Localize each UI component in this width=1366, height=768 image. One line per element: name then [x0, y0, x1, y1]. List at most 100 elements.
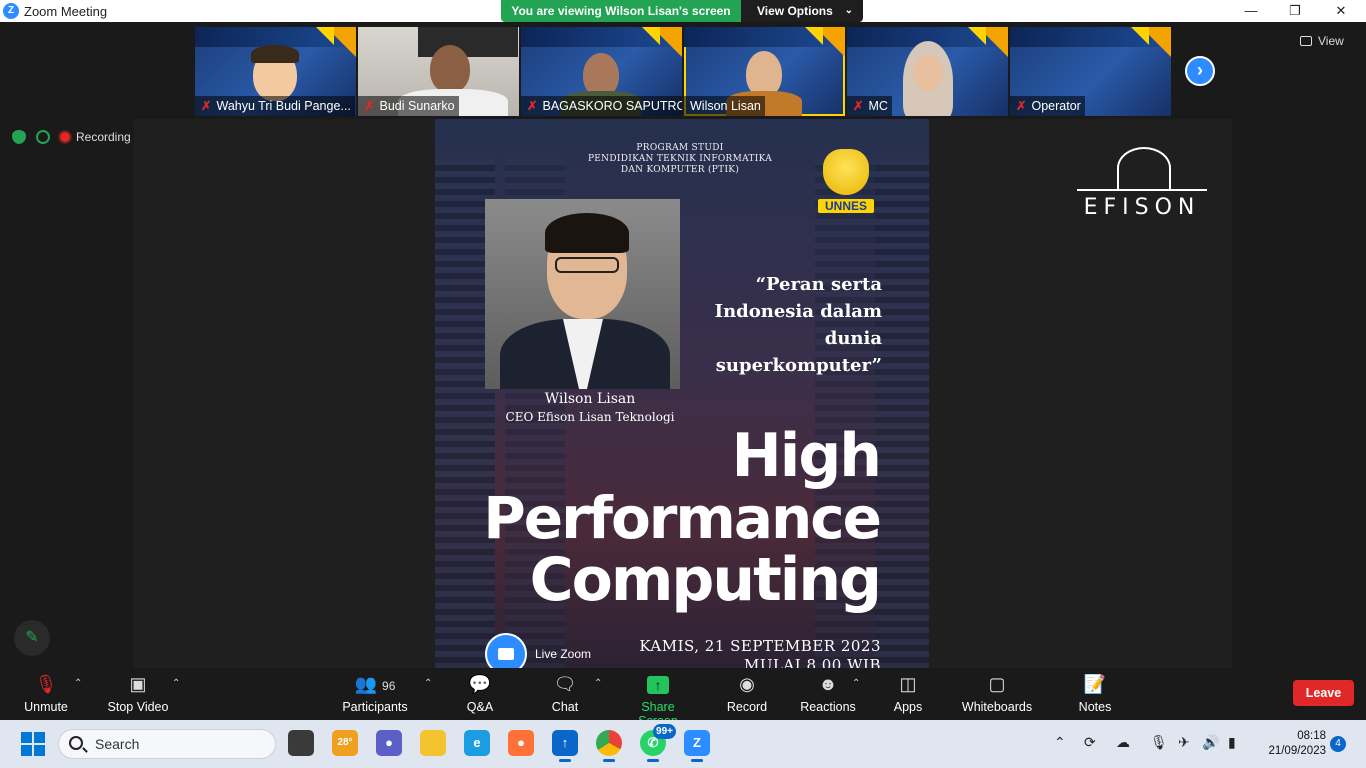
- stop-video-button[interactable]: ▣ Stop Video: [104, 672, 172, 714]
- efison-logo: EFISON: [1074, 147, 1210, 220]
- system-clock[interactable]: 08:18 21/09/2023: [1258, 729, 1326, 759]
- background-monitor: [418, 27, 518, 57]
- qa-label: Q&A: [466, 700, 494, 714]
- clock-time: 08:18: [1297, 730, 1326, 742]
- chat-label: Chat: [551, 700, 579, 714]
- notification-badge[interactable]: 4: [1330, 736, 1346, 752]
- speaker-caption: Wilson Lisan CEO Efison Lisan Teknologi: [485, 391, 695, 424]
- speaker-glasses: [555, 257, 619, 273]
- close-button[interactable]: ✕: [1318, 0, 1364, 22]
- participants-icon: 👥 96: [354, 674, 396, 694]
- firefox-icon[interactable]: ●: [508, 730, 534, 756]
- reactions-options-caret[interactable]: ⌃: [852, 678, 860, 689]
- participant-tile[interactable]: ✗ Budi Sunarko: [358, 27, 519, 116]
- file-explorer-icon[interactable]: [420, 730, 446, 756]
- unnes-logo-text: UNNES: [818, 199, 874, 213]
- clock-date: 21/09/2023: [1268, 745, 1326, 757]
- sync-icon[interactable]: ⟳: [1084, 734, 1096, 751]
- chat-icon: 🗨: [553, 674, 577, 694]
- participant-name: Budi Sunarko: [379, 99, 455, 113]
- view-layout-button[interactable]: View: [1300, 34, 1344, 48]
- maximize-button[interactable]: ❐: [1272, 0, 1318, 22]
- microphone-icon[interactable]: 🎙: [1150, 734, 1168, 751]
- participant-tile[interactable]: ✗ MC: [847, 27, 1008, 116]
- poster-header: PROGRAM STUDI PENDIDIKAN TEKNIK INFORMAT…: [587, 143, 773, 175]
- edge-browser-icon[interactable]: e: [464, 730, 490, 756]
- recording-indicator[interactable]: Recording: [60, 130, 131, 144]
- tray-overflow-icon[interactable]: ⌃: [1054, 734, 1066, 751]
- chevron-down-icon: ⌄: [844, 5, 853, 16]
- encryption-icon[interactable]: [36, 130, 50, 144]
- live-zoom-label: Live Zoom: [535, 647, 592, 661]
- event-date: KAMIS, 21 SEPTEMBER 2023 MULAI 8.00 WIB: [615, 637, 881, 668]
- event-date-line: KAMIS, 21 SEPTEMBER 2023: [639, 637, 881, 655]
- participant-name: BAGASKORO SAPUTRO: [542, 99, 682, 113]
- unmute-button[interactable]: 🎙 Unmute: [20, 672, 72, 714]
- volume-icon[interactable]: 🔊: [1202, 734, 1219, 751]
- windows-taskbar: Search 28° ● e ● ↑ ✆ 99+ Z ⌃ ⟳ ☁ 🎙 ✈ 🔊 ▮ …: [0, 720, 1366, 768]
- next-page-button[interactable]: ›: [1185, 56, 1215, 86]
- chat-options-caret[interactable]: ⌃: [594, 678, 602, 689]
- video-options-caret[interactable]: ⌃: [172, 678, 180, 689]
- whiteboard-icon: ▢: [988, 674, 1006, 694]
- muted-mic-icon: ✗: [527, 99, 538, 113]
- view-options-label: View Options: [757, 4, 833, 18]
- participant-face: [913, 55, 943, 91]
- chrome-icon[interactable]: [596, 730, 622, 762]
- audio-options-caret[interactable]: ⌃: [74, 678, 82, 689]
- efison-wordmark: EFISON: [1083, 195, 1201, 220]
- qa-button[interactable]: 💬 Q&A: [462, 672, 498, 714]
- record-dot-icon: [60, 132, 70, 142]
- speaker-name: Wilson Lisan: [544, 391, 636, 407]
- muted-mic-icon: ✗: [201, 99, 212, 113]
- record-button[interactable]: ◉ Record: [726, 672, 768, 714]
- windows-start-button[interactable]: [21, 732, 45, 756]
- whatsapp-badge: 99+: [653, 724, 676, 739]
- pencil-icon: ✎: [25, 629, 39, 646]
- teams-chat-icon[interactable]: ●: [376, 730, 402, 756]
- apps-icon: ◫: [899, 674, 917, 694]
- slide-decoration: [642, 27, 660, 45]
- participant-face: [430, 45, 470, 93]
- video-camera-icon: ▣: [129, 674, 147, 694]
- notes-button[interactable]: 📝 Notes: [1076, 672, 1114, 714]
- view-options-button[interactable]: View Options ⌄: [741, 0, 863, 22]
- chat-button[interactable]: 🗨 Chat: [548, 672, 582, 714]
- participant-name: Wahyu Tri Budi Pange...: [216, 99, 351, 113]
- poster-title-line: Performance: [483, 484, 882, 552]
- annotate-pencil-button[interactable]: ✎: [14, 620, 50, 656]
- slide-decoration: [1131, 27, 1149, 45]
- speaker-photo: [485, 199, 680, 389]
- participant-tile[interactable]: ✗ BAGASKORO SAPUTRO: [521, 27, 682, 116]
- apps-button[interactable]: ◫ Apps: [890, 672, 926, 714]
- task-view-icon[interactable]: [288, 730, 314, 756]
- leave-button[interactable]: Leave: [1293, 680, 1354, 706]
- zoom-taskbar-icon[interactable]: Z: [684, 730, 710, 762]
- network-icon[interactable]: ✈: [1178, 734, 1190, 751]
- cloud-upload-icon[interactable]: ↑: [552, 730, 578, 762]
- cloud-offline-icon[interactable]: ☁: [1116, 734, 1130, 751]
- whatsapp-icon[interactable]: ✆ 99+: [640, 724, 676, 762]
- shield-icon[interactable]: [12, 130, 26, 144]
- view-label: View: [1318, 34, 1344, 48]
- search-icon: [69, 736, 83, 750]
- taskbar-search[interactable]: Search: [58, 729, 276, 759]
- whiteboards-button[interactable]: ▢ Whiteboards: [960, 672, 1034, 714]
- reactions-button[interactable]: ☻ Reactions: [800, 672, 856, 714]
- speaker-role: CEO Efison Lisan Teknologi: [505, 410, 675, 424]
- participants-options-caret[interactable]: ⌃: [424, 678, 432, 689]
- participants-button[interactable]: 👥 96 Participants: [340, 672, 410, 714]
- muted-mic-icon: 🎙: [34, 674, 58, 694]
- participant-name: MC: [868, 99, 888, 113]
- battery-icon[interactable]: ▮: [1228, 734, 1236, 751]
- event-time-line: MULAI 8.00 WIB: [743, 656, 881, 668]
- weather-icon[interactable]: 28°: [332, 730, 358, 756]
- viewing-message: You are viewing Wilson Lisan's screen: [501, 0, 741, 22]
- chevron-right-icon: ›: [1197, 60, 1203, 80]
- participant-tile[interactable]: ✗ Wahyu Tri Budi Pange...: [195, 27, 356, 116]
- efison-crown-icon: [1077, 147, 1207, 191]
- participant-tile[interactable]: ✗ Operator: [1010, 27, 1171, 116]
- minimize-button[interactable]: —: [1228, 0, 1274, 22]
- participant-tile-active-speaker[interactable]: Wilson Lisan: [684, 27, 845, 116]
- live-zoom-badge: Live Zoom: [485, 633, 591, 668]
